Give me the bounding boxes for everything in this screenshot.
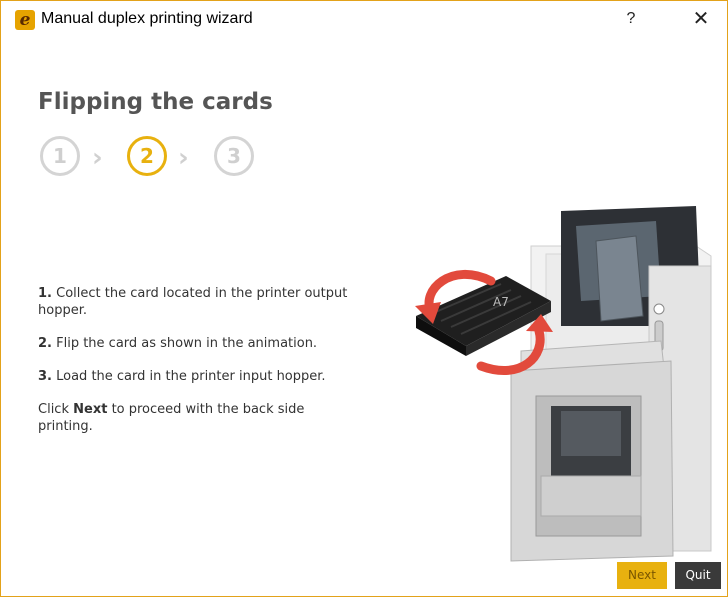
printer-illustration: A7 <box>411 206 716 571</box>
window-title: Manual duplex printing wizard <box>41 10 253 27</box>
next-button[interactable]: Next <box>617 562 667 589</box>
instruction-step-1: 1. Collect the card located in the print… <box>38 286 348 318</box>
step-3: 3 <box>214 136 254 176</box>
app-logo-icon: e <box>15 10 35 30</box>
title-bar: e Manual duplex printing wizard ? ✕ <box>1 1 727 37</box>
close-button[interactable]: ✕ <box>689 7 713 31</box>
instruction-step-2: 2. Flip the card as shown in the animati… <box>38 336 318 351</box>
quit-button[interactable]: Quit <box>675 562 721 589</box>
wizard-window: e Manual duplex printing wizard ? ✕ Flip… <box>0 0 728 597</box>
step-2-active: 2 <box>127 136 167 176</box>
instruction-step-3: 3. Load the card in the printer input ho… <box>38 369 326 384</box>
svg-text:A7: A7 <box>493 295 509 309</box>
help-button[interactable]: ? <box>619 7 643 31</box>
instruction-click-next: Click Next to proceed with the back side… <box>38 402 305 434</box>
instructions: 1. Collect the card located in the print… <box>38 285 358 451</box>
chevron-right-icon: › <box>92 143 103 173</box>
chevron-right-icon: › <box>178 143 189 173</box>
page-title: Flipping the cards <box>38 89 273 115</box>
step-1: 1 <box>40 136 80 176</box>
